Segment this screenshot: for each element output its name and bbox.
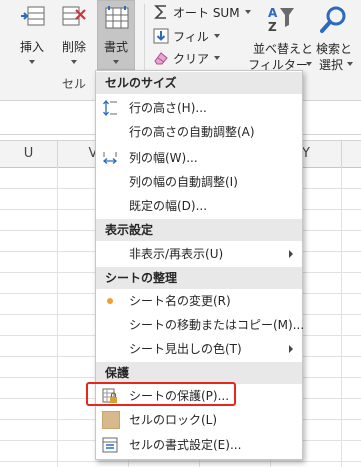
- clear-label: クリア: [173, 51, 210, 66]
- delete-label: 削除: [61, 40, 86, 54]
- delete-caret-icon: [71, 60, 77, 64]
- menu-item-column-width[interactable]: 列の幅(W)...: [96, 146, 302, 170]
- format-label: 書式: [103, 40, 128, 54]
- column-divider: [341, 141, 342, 167]
- tab-color-label: シート見出しの色(T): [129, 342, 242, 356]
- menu-item-row-height[interactable]: 行の高さ(H)...: [96, 96, 302, 120]
- format-caret-icon: [113, 60, 119, 64]
- format-cells-icon: [103, 4, 131, 32]
- fill-down-icon: [153, 28, 169, 44]
- insert-cells-icon: [19, 4, 47, 32]
- format-button[interactable]: 書式: [97, 0, 135, 70]
- lock-cell-label: セルのロック(L): [129, 413, 218, 427]
- sort-filter-button[interactable]: A Z 並べ替えと フィルター: [248, 2, 314, 72]
- menu-item-autofit-row-height[interactable]: 行の高さの自動調整(A): [96, 120, 302, 144]
- delete-button[interactable]: 削除: [54, 2, 94, 66]
- section-header-visibility: 表示設定: [96, 219, 302, 241]
- fill-label: フィル: [173, 29, 209, 44]
- format-cells-label: セルの書式設定(E)...: [129, 438, 242, 452]
- menu-item-default-width[interactable]: 既定の幅(D)...: [96, 194, 302, 218]
- clear-button[interactable]: クリア: [153, 49, 221, 67]
- autosum-label: オート SUM: [173, 5, 240, 20]
- sort-filter-label-line1: 並べ替えと: [253, 42, 314, 56]
- menu-item-move-copy-sheet[interactable]: シートの移動またはコピー(M)...: [96, 313, 305, 337]
- menu-item-autofit-column-width[interactable]: 列の幅の自動調整(I): [96, 170, 302, 194]
- row-height-icon: [102, 99, 118, 117]
- lock-cell-icon: [102, 411, 120, 429]
- grid-line: [341, 167, 342, 467]
- autofit-row-height-label: 行の高さの自動調整(A): [129, 125, 255, 139]
- fill-button[interactable]: フィル: [153, 27, 220, 45]
- fill-caret-icon: [213, 34, 220, 38]
- insert-caret-icon: [29, 60, 35, 64]
- menu-item-hide-unhide[interactable]: 非表示/再表示(U): [96, 242, 302, 266]
- sigma-icon: [153, 4, 169, 20]
- delete-cells-icon: [60, 4, 88, 32]
- eraser-icon: [153, 50, 169, 66]
- menu-item-lock-cell[interactable]: セルのロック(L): [96, 408, 302, 432]
- grid-line: [57, 167, 58, 467]
- highlight-box: [86, 382, 236, 406]
- svg-text:A: A: [268, 6, 278, 20]
- rename-sheet-label: シート名の変更(R): [129, 294, 231, 308]
- autosum-button[interactable]: オート SUM: [153, 3, 251, 21]
- insert-button[interactable]: 挿入: [12, 2, 52, 66]
- menu-item-format-cells[interactable]: セルの書式設定(E)...: [96, 433, 302, 457]
- move-copy-sheet-label: シートの移動またはコピー(M)...: [129, 318, 305, 332]
- format-cells-dialog-icon: [102, 437, 118, 453]
- section-header-protection: 保護: [96, 362, 302, 384]
- column-header-u[interactable]: U: [0, 141, 57, 167]
- section-header-cell-size: セルのサイズ: [96, 72, 302, 94]
- hide-unhide-label: 非表示/再表示(U): [129, 247, 224, 261]
- magnifier-icon: [319, 4, 349, 34]
- grid-line: [0, 461, 361, 462]
- autofit-column-width-label: 列の幅の自動調整(I): [129, 175, 238, 189]
- bullet-icon: [107, 298, 113, 304]
- find-select-label-line1: 検索と: [315, 42, 352, 56]
- svg-text:Z: Z: [268, 20, 277, 34]
- menu-item-tab-color[interactable]: シート見出しの色(T): [96, 337, 302, 361]
- section-header-organize-sheets: シートの整理: [96, 267, 302, 289]
- column-width-icon: [102, 150, 118, 166]
- row-height-label: 行の高さ(H)...: [129, 101, 207, 115]
- cells-group-label: セル: [62, 77, 87, 91]
- find-select-button[interactable]: 検索と 選択: [311, 2, 357, 72]
- find-select-caret-icon: [347, 62, 353, 66]
- menu-item-rename-sheet[interactable]: シート名の変更(R): [96, 289, 302, 313]
- insert-label: 挿入: [19, 40, 44, 54]
- clear-caret-icon: [214, 56, 221, 60]
- autosum-caret-icon: [244, 10, 251, 14]
- submenu-arrow-icon: [289, 250, 293, 258]
- sort-filter-icon: A Z: [265, 4, 297, 34]
- default-width-label: 既定の幅(D)...: [129, 199, 208, 213]
- column-width-label: 列の幅(W)...: [129, 151, 198, 165]
- submenu-arrow-icon: [289, 345, 293, 353]
